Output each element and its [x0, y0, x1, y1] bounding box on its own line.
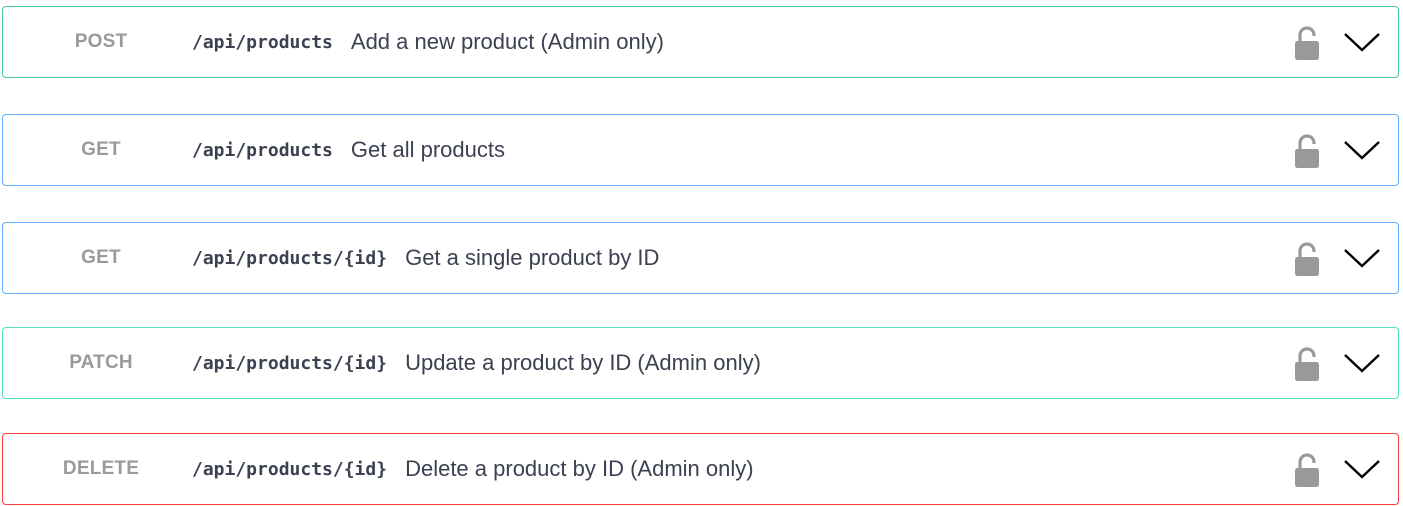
operation-summary: Get all products	[350, 137, 505, 162]
lock-icon[interactable]	[1294, 133, 1320, 169]
chevron-down-icon[interactable]	[1342, 351, 1382, 375]
path-text: /api/products/{id}	[192, 352, 388, 374]
method-badge: PATCH	[69, 352, 133, 373]
lock-icon[interactable]	[1294, 25, 1320, 61]
lock-icon[interactable]	[1294, 346, 1320, 382]
lock-icon[interactable]	[1294, 452, 1320, 488]
operation-path: /api/products/{id} Get a single product …	[192, 223, 659, 293]
path-text: /api/products/{id}	[192, 247, 388, 269]
chevron-down-icon[interactable]	[1342, 30, 1382, 54]
lock-icon[interactable]	[1294, 241, 1320, 277]
path-text: /api/products	[192, 139, 333, 161]
path-text: /api/products/{id}	[192, 458, 388, 480]
chevron-down-icon[interactable]	[1342, 457, 1382, 481]
operation-path: /api/products Get all products	[192, 115, 505, 185]
operation-delete-product[interactable]: DELETE /api/products/{id} Delete a produ…	[2, 433, 1399, 505]
operation-summary: Get a single product by ID	[405, 245, 660, 270]
method-badge: DELETE	[62, 458, 140, 479]
operation-summary: Update a product by ID (Admin only)	[405, 350, 761, 375]
operation-path: /api/products Add a new product (Admin o…	[192, 7, 664, 77]
operation-path: /api/products/{id} Update a product by I…	[192, 328, 761, 398]
operation-path: /api/products/{id} Delete a product by I…	[192, 434, 754, 504]
path-text: /api/products	[192, 31, 333, 53]
operation-get-product-by-id[interactable]: GET /api/products/{id} Get a single prod…	[2, 222, 1399, 294]
operation-get-products[interactable]: GET /api/products Get all products	[2, 114, 1399, 186]
operation-summary: Delete a product by ID (Admin only)	[405, 456, 754, 481]
operation-summary: Add a new product (Admin only)	[350, 29, 664, 54]
chevron-down-icon[interactable]	[1342, 246, 1382, 270]
operation-post-products[interactable]: POST /api/products Add a new product (Ad…	[2, 6, 1399, 78]
method-badge: GET	[81, 139, 121, 160]
chevron-down-icon[interactable]	[1342, 138, 1382, 162]
method-badge: POST	[74, 31, 128, 52]
method-badge: GET	[81, 247, 121, 268]
operation-patch-product[interactable]: PATCH /api/products/{id} Update a produc…	[2, 327, 1399, 399]
